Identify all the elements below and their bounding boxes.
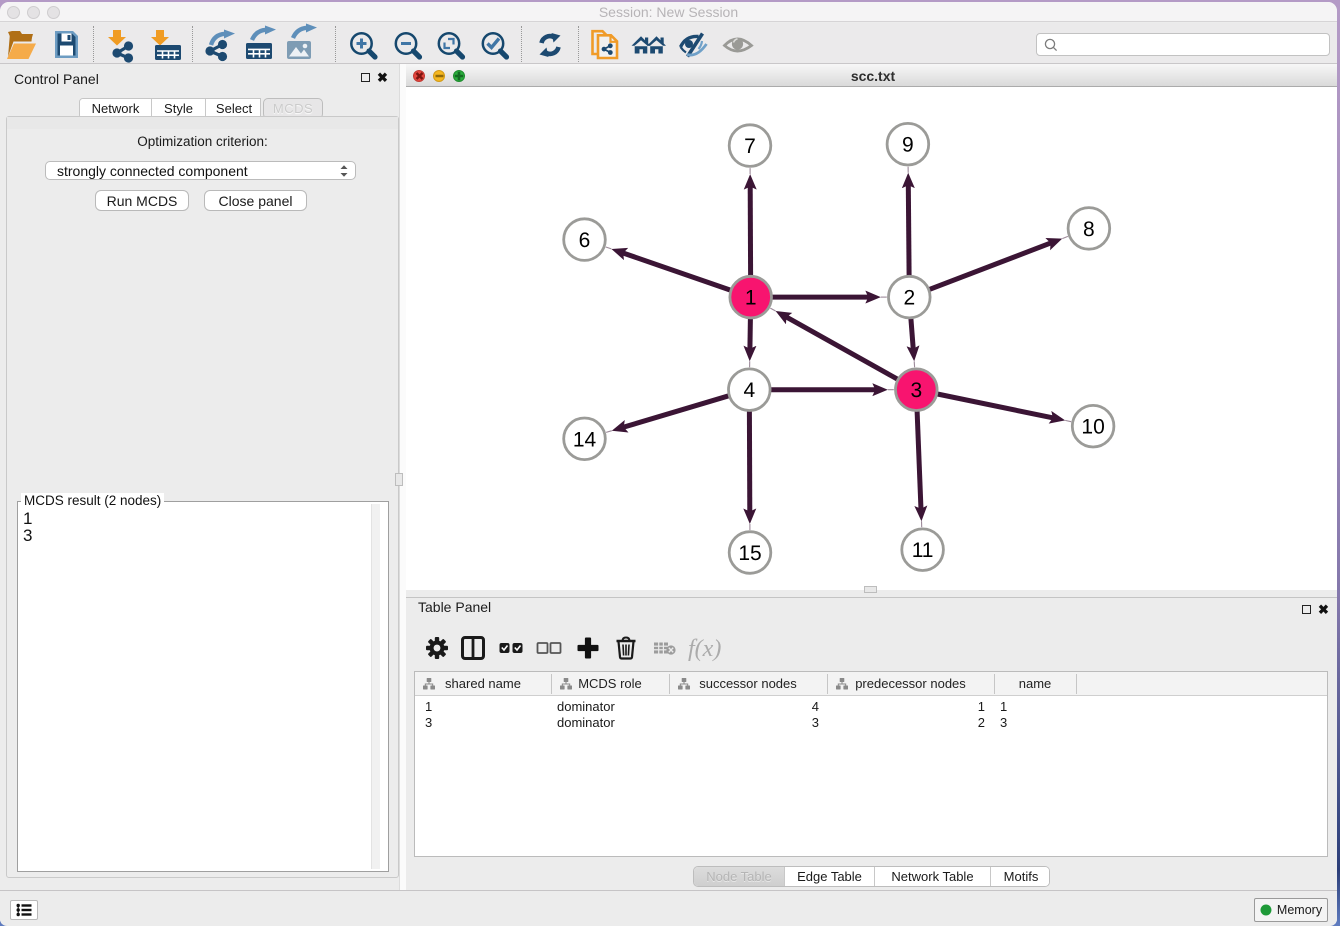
svg-text:7: 7: [744, 135, 756, 158]
svg-text:f(x): f(x): [688, 636, 721, 662]
svg-text:8: 8: [1083, 218, 1095, 241]
svg-text:3: 3: [910, 379, 922, 402]
svg-text:9: 9: [902, 134, 914, 157]
svg-text:2: 2: [903, 287, 915, 310]
svg-text:4: 4: [743, 379, 755, 402]
svg-text:1: 1: [745, 287, 757, 310]
svg-text:14: 14: [573, 428, 597, 451]
svg-text:15: 15: [738, 542, 761, 565]
svg-text:11: 11: [912, 539, 934, 562]
svg-text:6: 6: [579, 229, 591, 252]
svg-text:10: 10: [1081, 416, 1104, 439]
